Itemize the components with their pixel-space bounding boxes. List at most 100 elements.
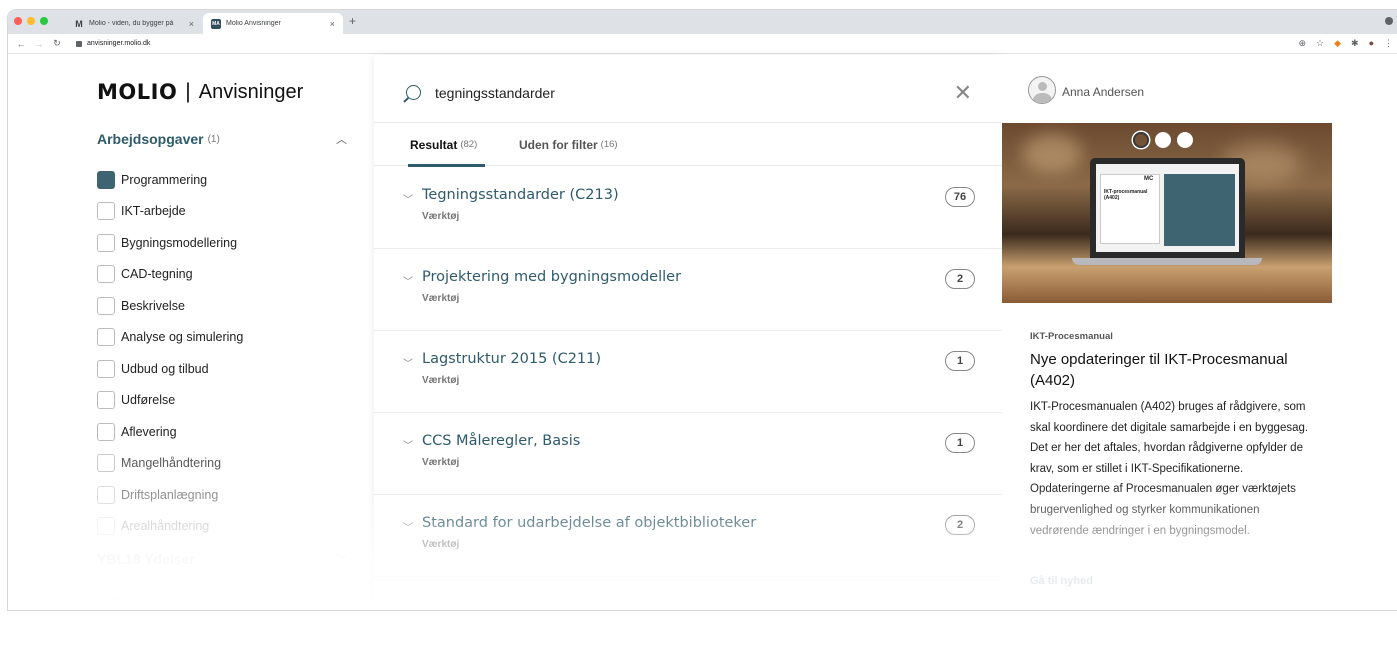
result-count-badge: 2 [945,269,975,289]
filter-option-driftsplanlaegning[interactable]: Driftsplanlægning [97,479,243,511]
result-item[interactable]: ﹀ Lagstruktur 2015 (C211) Værktøj 1 [374,331,1002,413]
news-title[interactable]: Nye opdateringer til IKT-Procesmanual (A… [1030,349,1330,391]
search-results-panel: ✕ Resultat (82) Uden for filter (16) ﹀ T… [374,55,1002,610]
carousel-dot[interactable] [1177,132,1193,148]
browser-tab-molio[interactable]: M Molio - viden, du bygger på × [66,13,202,34]
result-count-badge: 1 [945,433,975,453]
news-category: IKT-Procesmanual [1030,331,1113,342]
filter-group-ikt-roller[interactable]: IKT-roller ﹀ [97,595,347,610]
result-item[interactable]: ﹀ CCS Måleregler, Basis Værktøj 1 [374,413,1002,495]
result-title[interactable]: Standard for udarbejdelse af objektbibli… [422,515,756,531]
carousel-dot-active[interactable] [1133,132,1149,148]
checkbox[interactable] [97,485,115,504]
filter-group-arbejdsopgaver[interactable]: Arbejdsopgaver (1) ︿ [97,131,347,147]
checkbox[interactable] [97,359,115,378]
filter-option-analyse[interactable]: Analyse og simulering [97,322,243,354]
filter-option-udbud[interactable]: Udbud og tilbud [97,353,243,385]
chevron-down-icon[interactable]: ﹀ [403,355,413,370]
browser-tab-anvisninger[interactable]: MA Molio Anvisninger × [203,13,343,34]
brand-logo[interactable]: MOLIO | Anvisninger [97,80,303,104]
checkbox[interactable] [97,517,115,536]
profile-icon[interactable]: ● [1369,38,1374,49]
metamask-extension-icon[interactable]: ◆ [1334,38,1341,49]
result-tabs: Resultat (82) Uden for filter (16) [374,123,1002,167]
result-title[interactable]: Tegningsstandarder (C213) [422,187,619,203]
tab-close-icon[interactable]: × [330,19,335,29]
filter-option-bygningsmodellering[interactable]: Bygningsmodellering [97,227,243,259]
chevron-down-icon[interactable]: ﹀ [403,437,413,452]
result-title[interactable]: Projektering med bygningsmodeller [422,269,681,285]
anvisninger-favicon-icon: MA [211,18,221,29]
result-item[interactable]: ﹀ Standard for udarbejdelse af objektbib… [374,495,1002,577]
chevron-up-icon[interactable]: ︿ [336,131,347,147]
result-count-badge: 2 [945,515,975,535]
chevron-down-icon[interactable]: ﹀ [403,273,413,288]
news-panel: Anna Andersen IKT-procesmanual (A402) MC [1002,55,1397,610]
maximize-window-button[interactable] [40,17,48,25]
checkbox[interactable] [97,233,115,252]
checkbox[interactable] [97,328,115,347]
filter-sidebar: MOLIO | Anvisninger Arbejdsopgaver (1) ︿… [8,55,374,610]
laptop-screen: IKT-procesmanual (A402) MC [1096,164,1239,252]
checkbox[interactable] [97,202,115,221]
filter-option-arealhaandtering[interactable]: Arealhåndtering [97,511,243,543]
background-light [1022,133,1082,173]
filter-option-cad-tegning[interactable]: CAD-tegning [97,259,243,291]
carousel-dot[interactable] [1155,132,1171,148]
minimize-window-button[interactable] [27,17,35,25]
checkbox[interactable] [97,296,115,315]
checkbox[interactable] [97,454,115,473]
back-arrow-icon[interactable]: ← [16,39,26,49]
clear-search-icon[interactable]: ✕ [954,82,972,104]
checkbox[interactable] [97,422,115,441]
carousel-dots [1133,132,1193,148]
checkbox[interactable] [97,265,115,284]
user-name[interactable]: Anna Andersen [1062,85,1144,99]
filter-option-ikt-arbejde[interactable]: IKT-arbejde [97,196,243,228]
filter-option-programmering[interactable]: Programmering [97,164,243,196]
tab-title: Molio Anvisninger [226,20,281,27]
new-tab-button[interactable]: + [349,14,356,28]
chevron-down-icon[interactable]: ﹀ [336,551,347,567]
bookmark-star-icon[interactable]: ☆ [1316,38,1324,49]
result-item[interactable]: ﹀ Projektering med bygningsmodeller Værk… [374,249,1002,331]
filter-option-beskrivelse[interactable]: Beskrivelse [97,290,243,322]
search-input[interactable] [435,85,915,101]
result-title[interactable]: Lagstruktur 2015 (C211) [422,351,601,367]
result-title[interactable]: CCS Måleregler, Basis [422,433,580,449]
molio-mark: MC [1144,176,1154,182]
filter-option-label: Udbud og tilbud [121,361,209,376]
filter-option-udfoerelse[interactable]: Udførelse [97,385,243,417]
close-window-button[interactable] [14,17,22,25]
forward-arrow-icon[interactable]: → [34,39,44,49]
checkbox[interactable] [97,391,115,410]
filter-group-ybl18[interactable]: YBL18 Ydelser ﹀ [97,551,347,567]
extensions-puzzle-icon[interactable]: ✱ [1351,38,1359,49]
filter-option-aflevering[interactable]: Aflevering [97,416,243,448]
address-bar[interactable]: anvisninger.molio.dk [76,40,150,47]
chevron-down-icon[interactable]: ﹀ [403,191,413,206]
tab-resultat[interactable]: Resultat (82) [408,123,486,167]
read-news-link[interactable]: Gå til nyhed [1030,575,1093,587]
tab-close-icon[interactable]: × [189,19,194,29]
user-avatar-icon[interactable] [1028,76,1056,104]
filter-options-list: Programmering IKT-arbejde Bygningsmodell… [97,164,243,542]
result-count-badge: 76 [945,187,975,207]
reload-icon[interactable]: ↻ [52,38,62,49]
window-controls [14,17,48,25]
browser-menu-icon[interactable]: ⋮ [1384,38,1393,49]
address-toolbar: ← → ↻ anvisninger.molio.dk ⊕ ☆ ◆ ✱ ● ⋮ [8,34,1397,54]
filter-group-label: Arbejdsopgaver [97,131,204,147]
filter-option-mangelhaandtering[interactable]: Mangelhåndtering [97,448,243,480]
manual-cover: IKT-procesmanual (A402) [1100,174,1160,244]
zoom-icon[interactable]: ⊕ [1298,38,1306,49]
tab-uden-for-filter[interactable]: Uden for filter (16) [519,123,618,166]
checkbox-checked[interactable] [97,170,115,189]
filter-option-label: CAD-tegning [121,267,193,282]
filter-option-label: Udførelse [121,393,176,408]
result-item[interactable]: ﹀ Tegningsstandarder (C213) Værktøj 76 [374,167,1002,249]
chevron-down-icon[interactable]: ﹀ [336,595,347,610]
tab-search-icon[interactable] [1385,17,1393,25]
lock-icon [76,40,82,47]
chevron-down-icon[interactable]: ﹀ [403,519,413,534]
